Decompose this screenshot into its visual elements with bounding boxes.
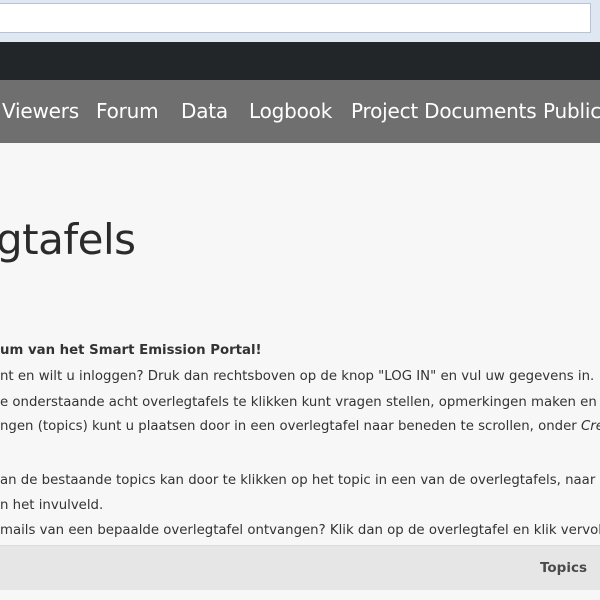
nav-item-data[interactable]: Data — [181, 80, 228, 143]
main-content: gtafels um van het Smart Emission Portal… — [0, 143, 600, 545]
intro-login-hint: nt en wilt u inloggen? Druk dan rechtsbo… — [0, 369, 595, 384]
main-navigation: Viewers Forum Data Logbook Project Docum… — [0, 80, 600, 143]
nav-item-forum[interactable]: Forum — [96, 80, 159, 143]
site-topbar — [0, 42, 600, 80]
intro-topics-text: ngen (topics) kunt u plaatsen door in ee… — [0, 419, 581, 434]
nav-item-publications[interactable]: Publica — [543, 80, 600, 143]
page-bottom — [0, 590, 600, 600]
nav-item-viewers[interactable]: Viewers — [2, 80, 79, 143]
create-new-topic-text: Create N — [580, 419, 600, 434]
intro-input-field: n het invulveld. — [0, 498, 104, 513]
address-bar[interactable] — [0, 3, 591, 33]
page-title: gtafels — [0, 215, 136, 264]
forum-table-header: Topics — [0, 545, 600, 590]
nav-item-logbook[interactable]: Logbook — [249, 80, 332, 143]
intro-welcome: um van het Smart Emission Portal! — [0, 343, 262, 358]
intro-overlegtafels: e onderstaande acht overlegtafels te kli… — [0, 395, 600, 410]
intro-mail-subscribe: mails van een bepaalde overlegtafel ontv… — [0, 523, 600, 538]
intro-existing-topics: an de bestaande topics kan door te klikk… — [0, 473, 600, 488]
intro-topics: ngen (topics) kunt u plaatsen door in ee… — [0, 419, 600, 434]
nav-item-project-documents[interactable]: Project Documents — [351, 80, 537, 143]
browser-toolbar — [0, 0, 600, 42]
topics-column-header: Topics — [539, 560, 587, 576]
